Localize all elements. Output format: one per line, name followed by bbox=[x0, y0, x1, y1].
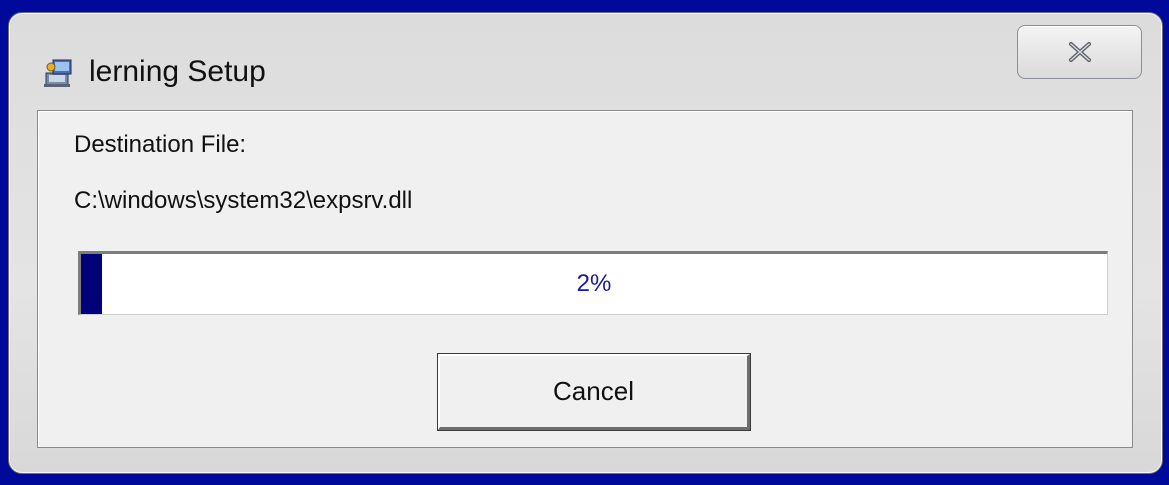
close-button[interactable] bbox=[1017, 25, 1142, 79]
destination-label: Destination File: bbox=[74, 131, 247, 158]
window-title: lerning Setup bbox=[89, 55, 266, 88]
progress-percent: 2% bbox=[576, 270, 612, 297]
setup-dialog: lerning Setup Destination File: C:\windo… bbox=[8, 12, 1163, 474]
cancel-button[interactable]: Cancel bbox=[438, 354, 750, 430]
title-bar[interactable]: lerning Setup bbox=[9, 13, 1162, 105]
destination-path: C:\windows\system32\expsrv.dll bbox=[74, 187, 413, 214]
desktop-background: lerning Setup Destination File: C:\windo… bbox=[0, 0, 1169, 485]
close-icon bbox=[1068, 42, 1091, 62]
dialog-content: Destination File: C:\windows\system32\ex… bbox=[37, 110, 1133, 448]
progress-bar: 2% bbox=[78, 251, 1108, 315]
setup-computer-icon bbox=[44, 59, 72, 87]
